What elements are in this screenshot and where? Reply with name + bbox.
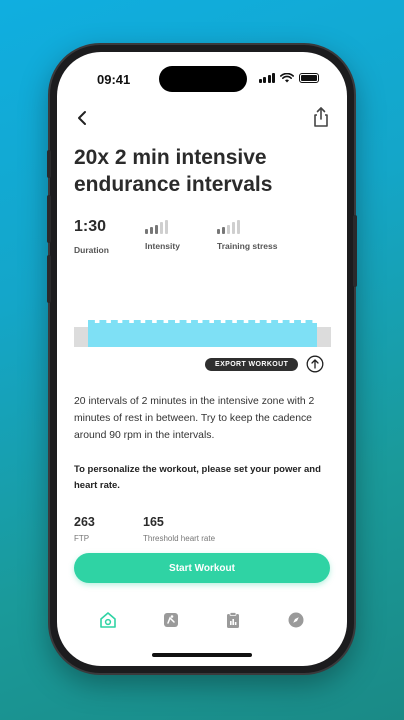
interval-work-bar bbox=[156, 320, 164, 347]
interval-work-bar bbox=[282, 320, 290, 347]
interval-work-bar bbox=[168, 320, 176, 347]
tab-explore[interactable] bbox=[285, 609, 307, 631]
threshold-hr-label: Threshold heart rate bbox=[143, 534, 216, 543]
cellular-signal-icon bbox=[258, 73, 275, 83]
level-bar bbox=[222, 226, 225, 234]
export-row: EXPORT WORKOUT bbox=[205, 354, 324, 374]
ftp-label: FTP bbox=[74, 534, 90, 543]
personalize-prompt: To personalize the workout, please set y… bbox=[74, 464, 321, 491]
back-button[interactable] bbox=[73, 108, 93, 128]
cooldown-segment bbox=[317, 327, 331, 347]
workout-profile-chart bbox=[74, 320, 331, 347]
level-bar bbox=[217, 229, 220, 234]
tab-workouts[interactable] bbox=[160, 609, 182, 631]
side-button-left-3 bbox=[47, 255, 51, 303]
tab-bar bbox=[57, 600, 347, 640]
interval-work-bar bbox=[213, 320, 221, 347]
workouts-icon bbox=[163, 613, 178, 627]
intensity-label: Intensity bbox=[145, 241, 180, 251]
ftp-value: 263 bbox=[74, 515, 95, 529]
tab-home[interactable] bbox=[97, 609, 119, 631]
level-bar bbox=[227, 224, 230, 234]
interval-work-bar bbox=[133, 320, 141, 347]
upload-circle-icon[interactable] bbox=[306, 355, 324, 373]
side-button-left-2 bbox=[47, 195, 51, 243]
explore-icon bbox=[288, 612, 304, 628]
workout-stats: 1:30 Duration Intensity Training stress bbox=[74, 218, 334, 258]
interval-work-bar bbox=[145, 320, 153, 347]
plan-icon bbox=[227, 612, 240, 628]
level-bar bbox=[155, 224, 158, 234]
level-bar bbox=[150, 226, 153, 234]
interval-work-bar bbox=[248, 320, 256, 347]
battery-icon bbox=[299, 73, 319, 83]
interval-work-bar bbox=[294, 320, 301, 347]
status-time: 09:41 bbox=[97, 72, 131, 87]
level-bar bbox=[237, 220, 240, 234]
interval-work-bar bbox=[225, 320, 233, 347]
status-icons bbox=[258, 73, 319, 83]
wifi-icon bbox=[280, 73, 294, 83]
status-bar: 09:41 bbox=[57, 52, 347, 102]
interval-work-bar bbox=[122, 320, 130, 347]
training-stress-bars bbox=[217, 220, 277, 234]
stat-training-stress: Training stress bbox=[217, 218, 277, 251]
metrics-row: 263 FTP 165 Threshold heart rate bbox=[74, 515, 336, 545]
interval-work-bar bbox=[110, 320, 118, 347]
side-button-right bbox=[353, 215, 357, 287]
level-bar bbox=[165, 220, 168, 234]
duration-value: 1:30 bbox=[74, 218, 107, 235]
home-indicator bbox=[152, 653, 252, 657]
export-workout-button[interactable]: EXPORT WORKOUT bbox=[205, 357, 299, 371]
workout-title: 20x 2 min intensive endurance intervals bbox=[74, 146, 273, 196]
stat-intensity: Intensity bbox=[145, 218, 180, 251]
interval-work-bar bbox=[99, 320, 107, 347]
threshold-hr-value: 165 bbox=[143, 515, 164, 529]
level-bar bbox=[145, 229, 148, 234]
side-button-left-1 bbox=[47, 150, 51, 178]
metric-ftp[interactable]: 263 FTP bbox=[74, 515, 95, 543]
home-icon bbox=[100, 612, 117, 628]
dynamic-island bbox=[159, 66, 247, 92]
duration-label: Duration bbox=[74, 245, 109, 255]
phone-screen: 09:41 20x 2 min intensive endurance inte… bbox=[57, 52, 347, 666]
start-workout-button[interactable]: Start Workout bbox=[74, 553, 330, 583]
interval-work-bar bbox=[202, 320, 210, 347]
intensity-bars bbox=[145, 220, 180, 234]
stat-duration: 1:30 Duration bbox=[74, 218, 109, 255]
tab-plan[interactable] bbox=[222, 609, 244, 631]
share-icon bbox=[314, 107, 328, 127]
interval-work-bar bbox=[88, 320, 95, 347]
level-bar bbox=[160, 222, 163, 234]
training-stress-label: Training stress bbox=[217, 241, 278, 251]
warmup-segment bbox=[74, 327, 88, 347]
metric-threshold-hr[interactable]: 165 Threshold heart rate bbox=[143, 515, 215, 543]
interval-work-bar bbox=[179, 320, 187, 347]
level-bar bbox=[232, 222, 235, 234]
interval-work-bar bbox=[305, 320, 313, 347]
share-button[interactable] bbox=[311, 106, 331, 128]
interval-work-bar bbox=[191, 320, 198, 347]
interval-work-bar bbox=[271, 320, 279, 347]
interval-work-bar bbox=[236, 320, 244, 347]
chevron-left-icon bbox=[78, 111, 86, 125]
interval-work-bar bbox=[259, 320, 267, 347]
workout-description: 20 intervals of 2 minutes in the intensi… bbox=[74, 396, 315, 441]
